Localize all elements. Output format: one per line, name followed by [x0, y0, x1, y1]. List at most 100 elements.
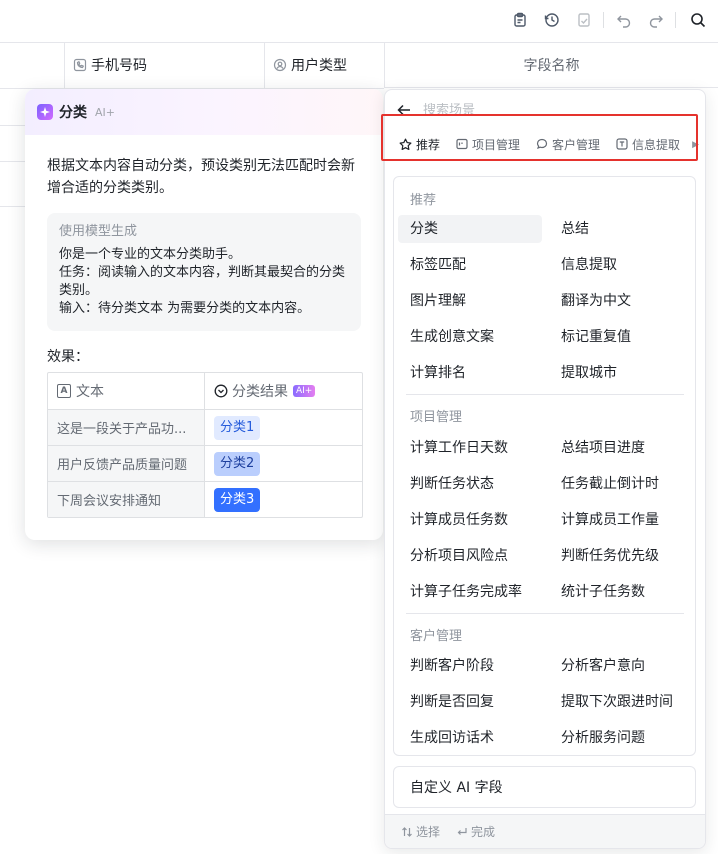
column-divider	[264, 42, 265, 88]
tab-recommended[interactable]: 推荐	[399, 126, 440, 162]
single-select-icon	[214, 384, 228, 398]
scene-item[interactable]: 统计子任务数	[549, 578, 693, 606]
example-text-cell: 这是一段关于产品功...	[48, 410, 205, 445]
scene-item[interactable]: 判断任务状态	[398, 470, 542, 498]
up-down-arrows-icon	[401, 826, 413, 838]
scene-item[interactable]: 计算排名	[398, 359, 542, 387]
scene-item[interactable]: 翻译为中文	[549, 287, 693, 315]
prompt-line: 你是一个专业的文本分类助手。	[59, 247, 242, 262]
scene-item[interactable]: 标签匹配	[398, 251, 542, 279]
toolbar-divider	[603, 12, 604, 28]
scene-item[interactable]: 分析项目风险点	[398, 542, 542, 570]
ai-sparkle-icon	[37, 104, 53, 120]
enter-key-icon	[456, 826, 468, 838]
scene-item[interactable]: 信息提取	[549, 251, 693, 279]
tab-info-extraction[interactable]: 信息提取	[616, 126, 680, 162]
toolbar-divider	[675, 12, 676, 28]
example-header-label: 文本	[76, 384, 104, 400]
tab-label: 客户管理	[552, 137, 601, 152]
scene-item[interactable]: 分析客户意向	[549, 652, 693, 680]
category-tag: 分类3	[214, 487, 261, 512]
column-header-phone[interactable]: 手机号码	[73, 42, 147, 88]
user-type-field-icon	[273, 58, 287, 72]
scene-item[interactable]: 分析服务问题	[549, 724, 693, 752]
scene-item[interactable]: 提取城市	[549, 359, 693, 387]
scene-item[interactable]: 生成回访话术	[398, 724, 542, 752]
scene-item[interactable]: 提取下次跟进时间	[549, 688, 693, 716]
group-title-customer-management: 客户管理	[410, 629, 463, 644]
example-text-cell: 用户反馈产品质量问题	[48, 446, 205, 481]
group-divider	[406, 613, 684, 614]
scene-item[interactable]: 总结项目进度	[549, 434, 693, 462]
scene-item[interactable]: 判断是否回复	[398, 688, 542, 716]
checklist-icon[interactable]	[574, 10, 594, 30]
ai-badge: AI+	[293, 385, 316, 397]
category-tag: 分类2	[214, 451, 261, 476]
confirm-hint-label: 完成	[471, 825, 496, 839]
star-icon	[399, 138, 412, 151]
group-title-recommended: 推荐	[410, 193, 437, 208]
ai-plus-label: AI+	[95, 105, 115, 119]
field-name-header: 字段名称	[384, 42, 718, 88]
tab-label: 项目管理	[472, 137, 521, 152]
history-icon[interactable]	[542, 10, 562, 30]
select-hint-label: 选择	[416, 825, 441, 839]
keyboard-hints-footer: 选择 完成	[385, 814, 705, 848]
example-header-text: A 文本	[48, 373, 205, 409]
phone-field-icon	[73, 58, 87, 72]
tab-project-management[interactable]: 项目管理	[456, 126, 520, 162]
prompt-box: 使用模型生成 你是一个专业的文本分类助手。 任务：阅读输入的文本内容，判断其最契…	[47, 213, 361, 331]
redo-icon[interactable]	[646, 10, 666, 30]
scene-item[interactable]: 总结	[549, 215, 693, 243]
tab-label: 信息提取	[632, 137, 681, 152]
example-text-cell: 下周会议安排通知	[48, 482, 205, 517]
example-row: 下周会议安排通知 分类3	[48, 481, 362, 517]
scene-item[interactable]: 判断任务优先级	[549, 542, 693, 570]
scene-item[interactable]: 计算成员工作量	[549, 506, 693, 534]
search-icon[interactable]	[688, 10, 708, 30]
back-arrow-icon[interactable]	[397, 103, 411, 117]
card-header: 分类 AI+	[25, 89, 383, 135]
scene-item[interactable]: 任务截止倒计时	[549, 470, 693, 498]
classification-preview-card: 分类 AI+ 根据文本内容自动分类，预设类别无法匹配时会新增合适的分类类别。 使…	[25, 89, 383, 540]
category-tag: 分类1	[214, 415, 261, 440]
group-divider	[406, 394, 684, 395]
effect-label: 效果：	[47, 349, 89, 365]
example-result-cell: 分类1	[205, 410, 362, 445]
clipboard-icon[interactable]	[510, 10, 530, 30]
custom-ai-field-label: 自定义 AI 字段	[410, 780, 503, 796]
scene-list: 推荐 分类 总结 标签匹配 信息提取 图片理解 翻译为中文 生成创意文案 标记重…	[393, 176, 696, 756]
example-row: 用户反馈产品质量问题 分类2	[48, 445, 362, 481]
column-header-user-type[interactable]: 用户类型	[273, 42, 347, 88]
example-result-cell: 分类2	[205, 446, 362, 481]
scene-item[interactable]: 计算工作日天数	[398, 434, 542, 462]
tab-label: 推荐	[416, 137, 441, 152]
example-header-result: 分类结果 AI+	[205, 373, 362, 409]
scene-item[interactable]: 生成创意文案	[398, 323, 542, 351]
prompt-line: 输入：待分类文本 为需要分类的文本内容。	[59, 301, 311, 316]
example-result-cell: 分类3	[205, 482, 362, 517]
column-header-label: 用户类型	[291, 58, 347, 74]
text-extract-icon	[616, 138, 628, 150]
scene-item[interactable]: 图片理解	[398, 287, 542, 315]
custom-ai-field-button[interactable]: 自定义 AI 字段	[393, 766, 696, 808]
card-description: 根据文本内容自动分类，预设类别无法匹配时会新增合适的分类类别。	[47, 158, 355, 196]
column-divider	[64, 42, 65, 88]
top-toolbar	[0, 0, 718, 40]
scene-picker-panel: 推荐 项目管理 客户管理 信息提取 ▶ 推荐 分类 总结 标签匹配 信息提取 图…	[384, 89, 706, 849]
group-title-project-management: 项目管理	[410, 410, 463, 425]
tabs-scroll-right-icon[interactable]: ▶	[692, 140, 699, 150]
scene-item[interactable]: 标记重复值	[549, 323, 693, 351]
scene-tabs: 推荐 项目管理 客户管理 信息提取	[385, 126, 705, 162]
chat-icon	[536, 138, 548, 150]
scene-item[interactable]: 计算成员任务数	[398, 506, 542, 534]
column-header-label: 手机号码	[91, 58, 147, 74]
scene-item[interactable]: 分类	[398, 215, 542, 243]
undo-icon[interactable]	[614, 10, 634, 30]
scene-item[interactable]: 计算子任务完成率	[398, 578, 542, 606]
scene-item[interactable]: 判断客户阶段	[398, 652, 542, 680]
text-field-icon: A	[57, 384, 71, 398]
scene-search-input[interactable]	[423, 102, 623, 118]
tab-customer-management[interactable]: 客户管理	[536, 126, 600, 162]
example-table: A 文本 分类结果 AI+ 这是一段关于产品功... 分类1 用户反馈产品质量问…	[47, 372, 363, 518]
